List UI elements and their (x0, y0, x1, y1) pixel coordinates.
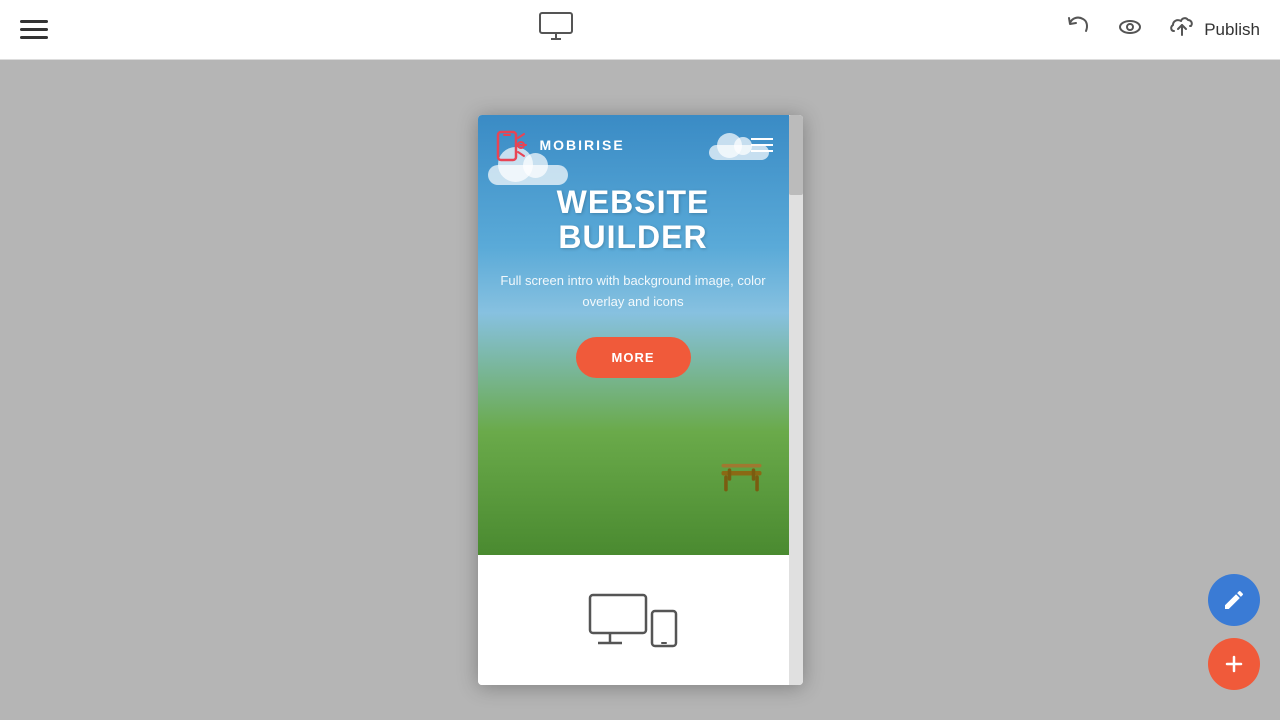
add-plus-icon (1222, 652, 1246, 676)
toolbar-left (20, 20, 48, 39)
device-bottom-icon (588, 593, 678, 648)
hamburger-menu-icon[interactable] (20, 20, 48, 39)
fab-edit-button[interactable] (1208, 574, 1260, 626)
preview-logo: MOBIRISE (494, 126, 625, 164)
preview-logo-text: MOBIRISE (540, 137, 625, 153)
hero-subtitle: Full screen intro with background image,… (498, 271, 769, 313)
bench-icon (714, 455, 769, 495)
hero-overlay: WEBSITE BUILDER Full screen intro with b… (478, 185, 789, 378)
canvas-area: WEBSITE BUILDER Full screen intro with b… (0, 60, 1280, 720)
hero-more-button[interactable]: MORE (576, 337, 691, 378)
fab-add-button[interactable] (1208, 638, 1260, 690)
preview-scrollbar[interactable] (789, 115, 803, 685)
undo-icon[interactable] (1064, 13, 1092, 46)
publish-label: Publish (1204, 20, 1260, 40)
mobile-preview-frame: WEBSITE BUILDER Full screen intro with b… (478, 115, 803, 685)
eye-icon[interactable] (1116, 13, 1144, 46)
hero-section: WEBSITE BUILDER Full screen intro with b… (478, 115, 789, 555)
toolbar-right: Publish (1064, 13, 1260, 46)
publish-cloud-icon (1168, 13, 1196, 46)
monitor-icon[interactable] (536, 7, 576, 52)
mobirise-logo-icon (494, 126, 532, 164)
toolbar-center (536, 7, 576, 52)
preview-inner: WEBSITE BUILDER Full screen intro with b… (478, 115, 789, 685)
toolbar: Publish (0, 0, 1280, 60)
preview-navbar: MOBIRISE (478, 115, 789, 175)
preview-hamburger-icon[interactable] (751, 138, 773, 152)
hero-title: WEBSITE BUILDER (498, 185, 769, 255)
publish-button[interactable]: Publish (1168, 13, 1260, 46)
preview-scrollbar-thumb (789, 115, 803, 195)
edit-pencil-icon (1222, 588, 1246, 612)
fab-container (1208, 574, 1260, 690)
preview-bottom-section (478, 555, 789, 685)
